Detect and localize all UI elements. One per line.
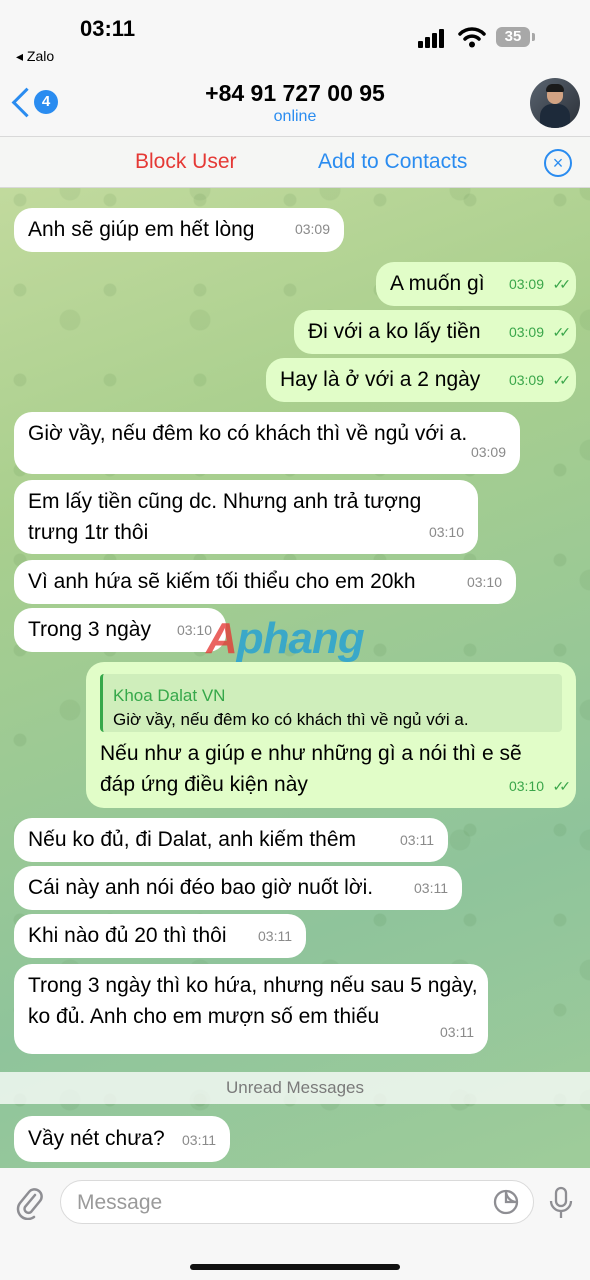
message-incoming[interactable]: Nếu ko đủ, đi Dalat, anh kiếm thêm 03:11 — [14, 818, 448, 862]
message-time: 03:09 — [508, 372, 544, 388]
message-text: Em lấy tiền cũng dc. Nhưng anh trả tượng… — [28, 490, 422, 544]
message-incoming[interactable]: Anh sẽ giúp em hết lòng 03:09 — [14, 208, 344, 252]
message-time: 03:11 — [440, 1024, 474, 1040]
sticker-icon[interactable] — [493, 1189, 519, 1215]
add-to-contacts-button[interactable]: Add to Contacts — [318, 150, 467, 174]
message-outgoing-reply[interactable]: Khoa Dalat VN Giờ vầy, nếu đêm ko có khá… — [86, 662, 576, 808]
message-time: 03:11 — [414, 880, 448, 896]
message-text: Trong 3 ngày — [28, 618, 151, 641]
message-outgoing[interactable]: Đi với a ko lấy tiền 03:09 ✓✓ — [294, 310, 576, 354]
avatar[interactable] — [530, 78, 580, 128]
message-text: Đi với a ko lấy tiền — [308, 320, 481, 343]
message-text: Nếu như a giúp e như những gì a nói thì … — [100, 742, 522, 796]
message-text: Anh sẽ giúp em hết lòng — [28, 218, 255, 241]
chat-title[interactable]: +84 91 727 00 95 — [0, 80, 590, 107]
chat-header: 4 +84 91 727 00 95 online — [0, 72, 590, 137]
message-outgoing[interactable]: Hay là ở với a 2 ngày 03:09 ✓✓ — [266, 358, 576, 402]
status-time: 03:11 — [80, 16, 136, 41]
message-time: 03:09 — [470, 444, 506, 460]
message-text: Vì anh hứa sẽ kiếm tối thiểu cho em 20kh — [28, 570, 416, 593]
message-incoming[interactable]: Vì anh hứa sẽ kiếm tối thiểu cho em 20kh… — [14, 560, 516, 604]
message-incoming[interactable]: Giờ vầy, nếu đêm ko có khách thì về ngủ … — [14, 412, 520, 474]
message-incoming[interactable]: Vầy nét chưa? 03:11 — [14, 1116, 230, 1162]
back-to-app-link[interactable]: ◂ Zalo — [16, 48, 54, 65]
battery-icon: 35 — [496, 27, 530, 47]
message-incoming[interactable]: Em lấy tiền cũng dc. Nhưng anh trả tượng… — [14, 480, 478, 554]
battery-cap — [532, 33, 535, 41]
message-time: 03:09 — [294, 221, 330, 237]
message-text: Giờ vầy, nếu đêm ko có khách thì về ngủ … — [28, 422, 468, 445]
message-time: 03:10 — [508, 778, 544, 794]
unread-messages-divider: Unread Messages — [0, 1072, 590, 1104]
message-time: 03:09 — [508, 324, 544, 340]
message-time: 03:09 — [508, 276, 544, 292]
read-check-icon: ✓✓ — [552, 372, 572, 388]
chat-status: online — [273, 108, 317, 125]
contact-action-bar: Block User Add to Contacts × — [0, 137, 590, 188]
microphone-icon[interactable] — [548, 1186, 574, 1220]
close-icon[interactable]: × — [544, 149, 572, 177]
read-check-icon: ✓✓ — [552, 324, 572, 340]
message-time: 03:11 — [400, 832, 434, 848]
message-text: Cái này anh nói đéo bao giờ nuốt lời. — [28, 876, 374, 899]
block-user-button[interactable]: Block User — [135, 150, 237, 174]
wifi-icon — [458, 27, 486, 48]
message-input-field[interactable] — [60, 1180, 534, 1224]
message-outgoing[interactable]: A muốn gì 03:09 ✓✓ — [376, 262, 576, 306]
watermark-logo: Aphang — [206, 614, 365, 663]
message-incoming[interactable]: Trong 3 ngày thì ko hứa, nhưng nếu sau 5… — [14, 964, 488, 1054]
home-indicator[interactable] — [190, 1264, 400, 1270]
message-incoming[interactable]: Trong 3 ngày 03:10 — [14, 608, 226, 652]
status-bar: 03:11 ◂ Zalo 35 — [0, 0, 590, 72]
reply-text: Giờ vầy, nếu đêm ko có khách thì về ngủ … — [113, 710, 469, 729]
message-incoming[interactable]: Cái này anh nói đéo bao giờ nuốt lời. 03… — [14, 866, 462, 910]
paperclip-icon[interactable] — [16, 1186, 44, 1220]
message-text: Vầy nét chưa? — [28, 1127, 165, 1150]
message-time: 03:10 — [428, 524, 464, 540]
message-text: A muốn gì — [390, 272, 485, 295]
message-input[interactable] — [75, 1189, 479, 1217]
message-time: 03:10 — [466, 574, 502, 590]
cellular-signal-icon — [418, 28, 448, 48]
reply-preview[interactable]: Khoa Dalat VN Giờ vầy, nếu đêm ko có khá… — [100, 674, 562, 732]
message-text: Hay là ở với a 2 ngày — [280, 368, 481, 391]
read-check-icon: ✓✓ — [552, 276, 572, 292]
message-text: Khi nào đủ 20 thì thôi — [28, 924, 227, 947]
message-incoming[interactable]: Khi nào đủ 20 thì thôi 03:11 — [14, 914, 306, 958]
read-check-icon: ✓✓ — [552, 778, 572, 794]
message-time: 03:11 — [182, 1132, 216, 1148]
message-text: Nếu ko đủ, đi Dalat, anh kiếm thêm — [28, 828, 357, 851]
message-text: Trong 3 ngày thì ko hứa, nhưng nếu sau 5… — [28, 974, 478, 1028]
message-time: 03:11 — [258, 928, 292, 944]
